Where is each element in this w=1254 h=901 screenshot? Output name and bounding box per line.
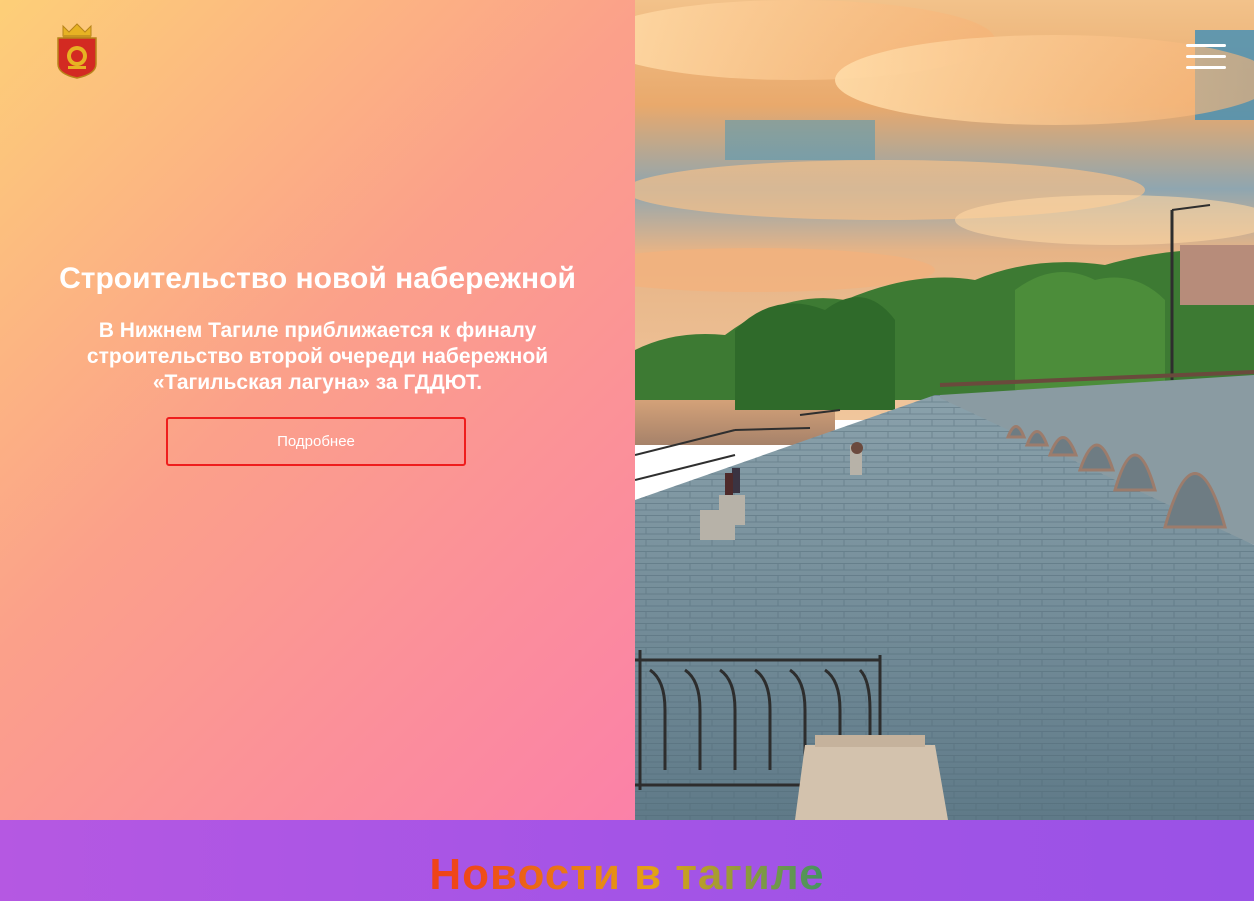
hero-panel: Строительство новой набережной В Нижнем … xyxy=(0,0,635,820)
hamburger-menu-icon[interactable] xyxy=(1186,44,1228,70)
hero-description: В Нижнем Тагиле приближается к финалу ст… xyxy=(86,319,549,394)
coat-of-arms-icon[interactable] xyxy=(55,22,99,80)
news-section: Новости в тагиле xyxy=(0,820,1254,901)
news-section-title: Новости в тагиле xyxy=(0,850,1254,900)
embankment-photo xyxy=(635,0,1254,820)
more-details-button[interactable]: Подробнее xyxy=(166,417,466,466)
hero-title: Строительство новой набережной xyxy=(59,262,576,295)
